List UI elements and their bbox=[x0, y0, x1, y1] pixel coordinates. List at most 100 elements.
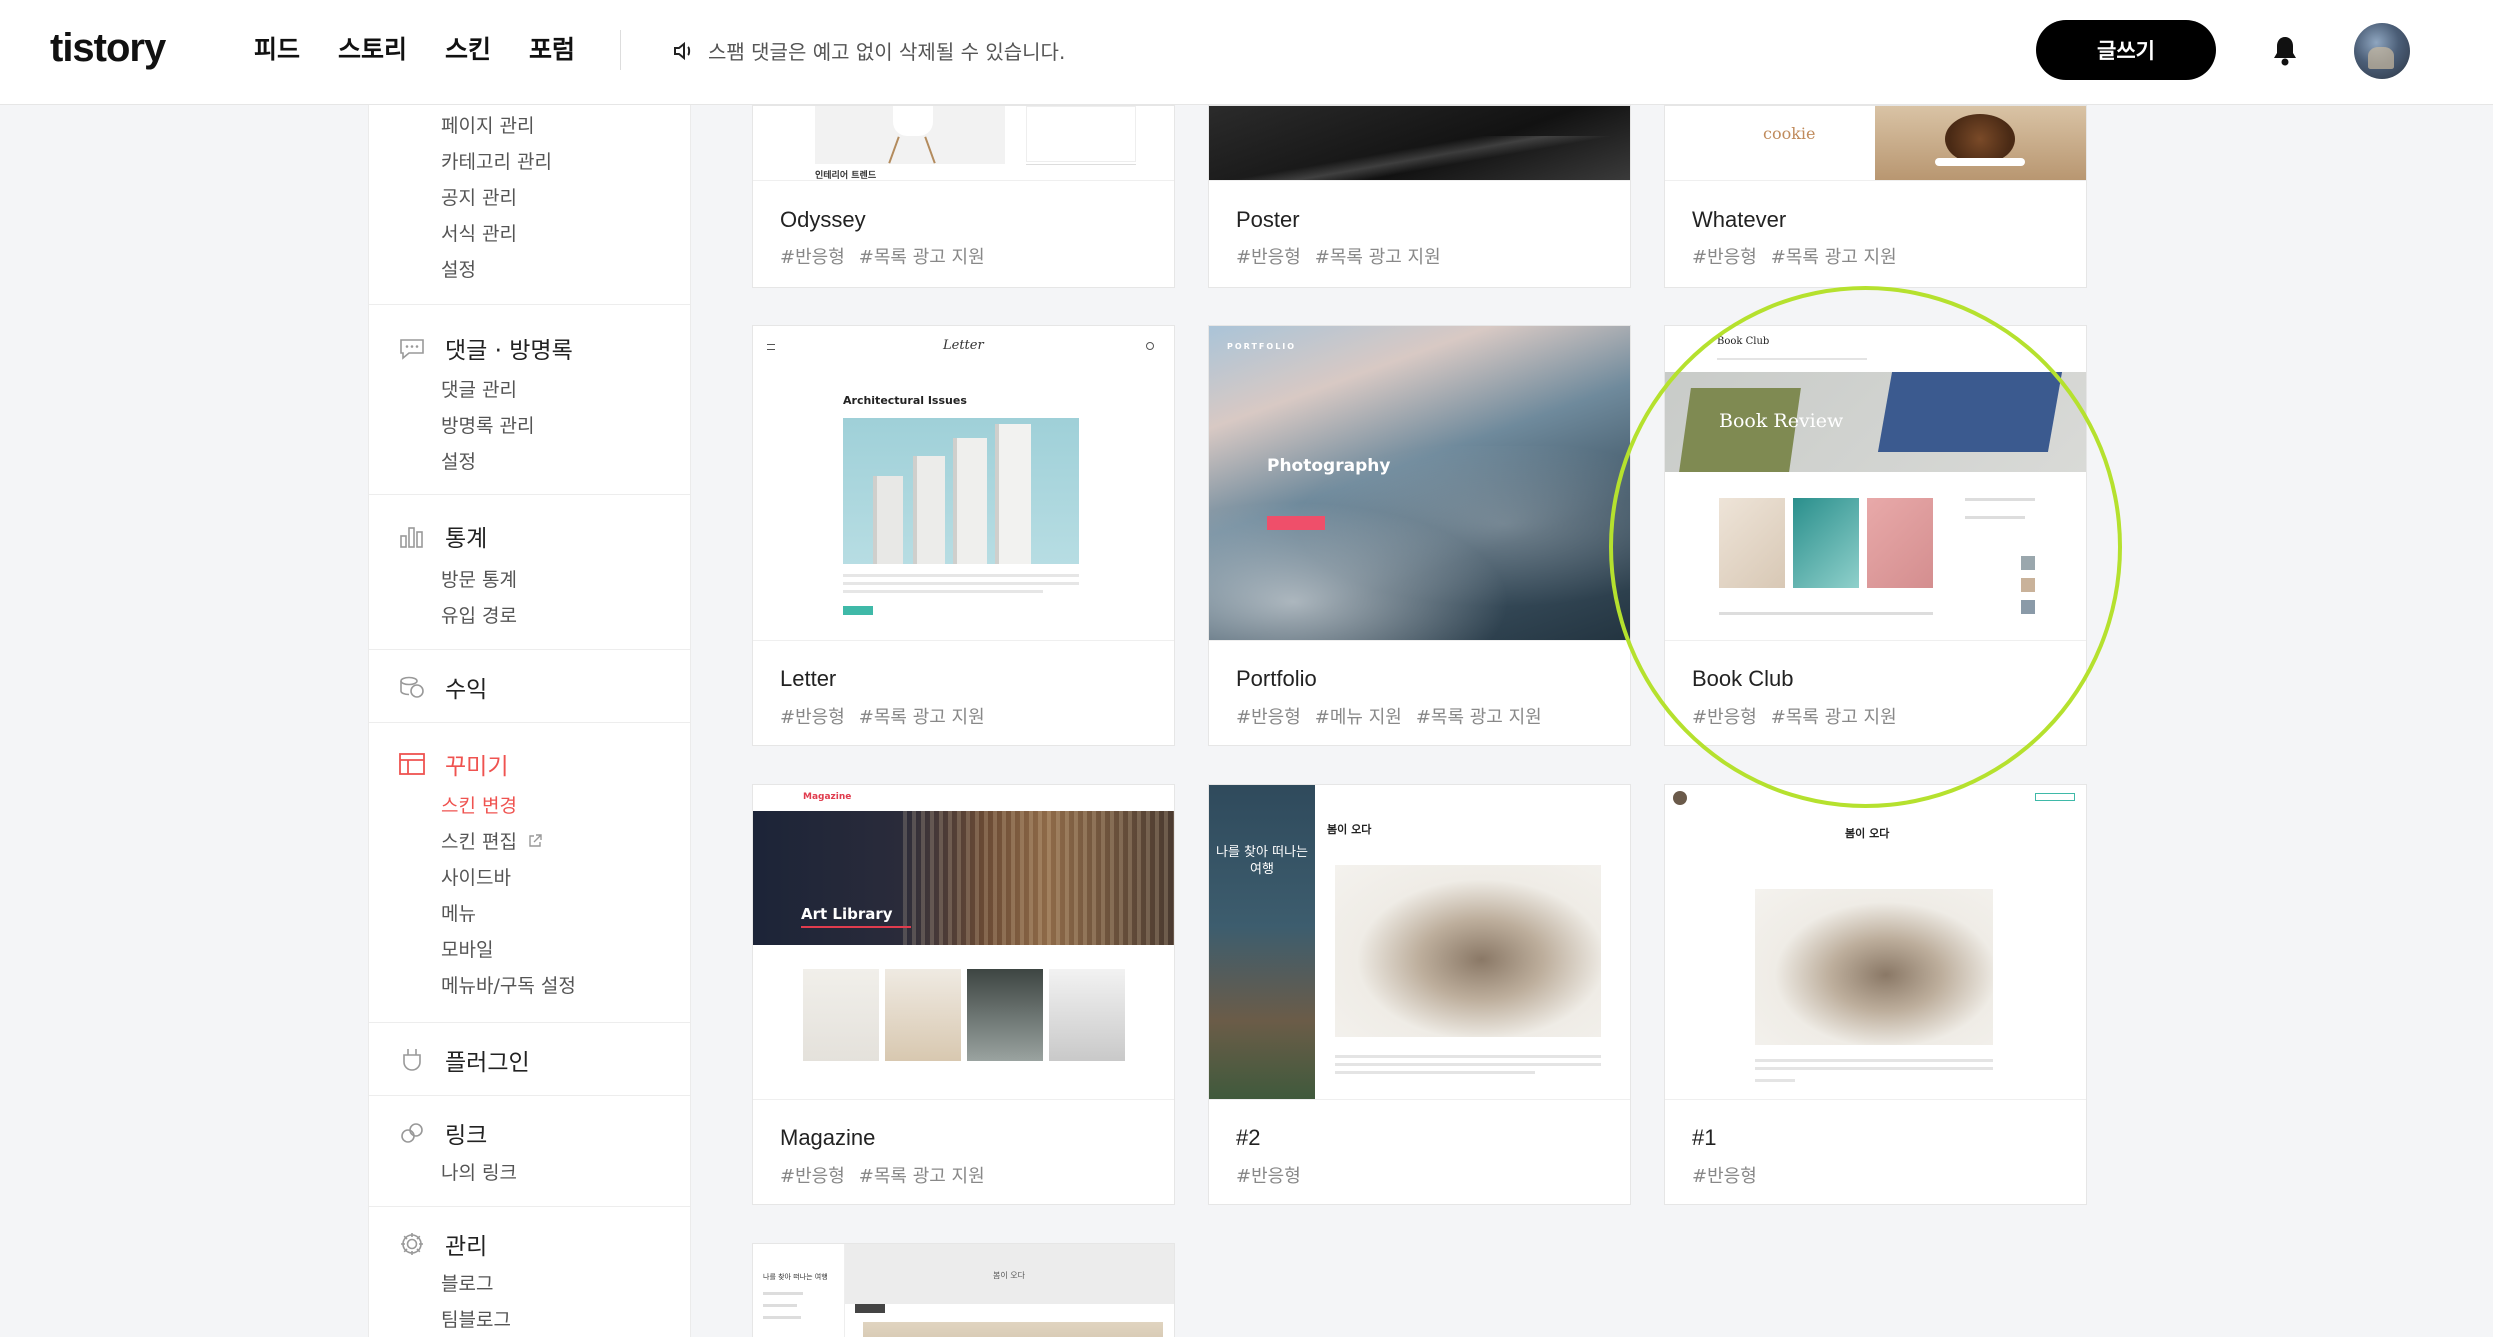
header-divider bbox=[620, 30, 621, 70]
sidebar-head-decorate[interactable]: 꾸미기 bbox=[397, 747, 508, 781]
skin-tags: #반응형 bbox=[1236, 1166, 1301, 1187]
tistory-logo[interactable]: tistory bbox=[50, 26, 166, 71]
coins-icon bbox=[397, 672, 427, 702]
bell-icon[interactable] bbox=[2270, 34, 2300, 68]
sidebar-head-manage[interactable]: 관리 bbox=[397, 1227, 487, 1261]
avatar[interactable] bbox=[2354, 23, 2410, 79]
sidebar-item-comment-settings[interactable]: 설정 bbox=[441, 447, 476, 474]
skin-card-bookclub[interactable]: Book Club Book Review Book Club #반응형 #목록 … bbox=[1664, 325, 2087, 746]
nav-skin[interactable]: 스킨 bbox=[445, 30, 491, 66]
skin-thumbnail: cookie bbox=[1665, 106, 2086, 181]
thumb-side-title: 나를 찾아 떠나는 여행 bbox=[1216, 845, 1308, 877]
skin-tags: #반응형 #목록 광고 지원 bbox=[1692, 247, 1897, 268]
sidebar-item-page[interactable]: 페이지 관리 bbox=[441, 111, 534, 138]
skin-tags: #반응형 bbox=[1692, 1166, 1757, 1187]
skin-card-letter[interactable]: Letter Architectural Issues Letter #반응형 #… bbox=[752, 325, 1175, 746]
sidebar-item-blog[interactable]: 블로그 bbox=[441, 1269, 493, 1296]
skin-card-odyssey[interactable]: 인테리어 트렌드 Odyssey #반응형 #목록 광고 지원 bbox=[752, 105, 1175, 288]
notice-bar[interactable]: 스팸 댓글은 예고 없이 삭제될 수 있습니다. bbox=[672, 36, 1065, 65]
sidebar-item-menubar[interactable]: 메뉴바/구독 설정 bbox=[441, 971, 576, 998]
skin-thumbnail: Letter Architectural Issues bbox=[753, 326, 1174, 641]
speaker-icon bbox=[674, 41, 691, 60]
sidebar-head-plugin[interactable]: 플러그인 bbox=[397, 1043, 530, 1077]
sidebar-section-revenue: 수익 bbox=[369, 650, 690, 723]
skin-card-2[interactable]: 나를 찾아 떠나는 여행 봄이 오다 #2 #반응형 bbox=[1208, 784, 1631, 1205]
sidebar-item-category[interactable]: 카테고리 관리 bbox=[441, 147, 552, 174]
sidebar-item-menu[interactable]: 메뉴 bbox=[441, 899, 476, 926]
sidebar-item-referrer[interactable]: 유입 경로 bbox=[441, 601, 517, 628]
thumb-caption: cookie bbox=[1763, 124, 1816, 143]
write-button[interactable]: 글쓰기 bbox=[2036, 20, 2216, 80]
sidebar-item-skin-edit[interactable]: 스킨 편집 bbox=[441, 827, 543, 854]
skin-thumbnail: 나를 찾아 떠나는 여행 봄이 오다 bbox=[1209, 785, 1630, 1100]
skin-tags: #반응형 #목록 광고 지원 bbox=[780, 1166, 985, 1187]
thumb-title: Book Club bbox=[1717, 336, 1770, 347]
skin-name: #2 bbox=[1236, 1125, 1261, 1150]
skin-thumbnail: Magazine Art Library bbox=[753, 785, 1174, 1100]
layout-icon bbox=[397, 749, 427, 779]
skin-tags: #반응형 #목록 광고 지원 bbox=[780, 247, 985, 268]
skin-thumbnail: PORTFOLIO Photography bbox=[1209, 326, 1630, 641]
thumb-title: Magazine bbox=[803, 792, 852, 802]
skin-card-1[interactable]: 봄이 오다 #1 #반응형 bbox=[1664, 784, 2087, 1205]
sidebar-section-stats: 통계 방문 통계 유입 경로 bbox=[369, 495, 690, 650]
skin-card-magazine[interactable]: Magazine Art Library Magazine #반응형 #목록 광고… bbox=[752, 784, 1175, 1205]
skin-card-portfolio[interactable]: PORTFOLIO Photography Portfolio #반응형 #메뉴 … bbox=[1208, 325, 1631, 746]
sidebar-item-mobile[interactable]: 모바일 bbox=[441, 935, 493, 962]
bar-chart-icon bbox=[397, 521, 427, 551]
sidebar-item-template[interactable]: 서식 관리 bbox=[441, 219, 517, 246]
skin-tags: #반응형 #메뉴 지원 #목록 광고 지원 bbox=[1236, 707, 1542, 728]
sidebar-head-comments[interactable]: 댓글 · 방명록 bbox=[397, 331, 573, 365]
skin-tags: #반응형 #목록 광고 지원 bbox=[780, 707, 985, 728]
sidebar-section-link: 링크 나의 링크 bbox=[369, 1096, 690, 1207]
sidebar-item-guestbook[interactable]: 방명록 관리 bbox=[441, 411, 534, 438]
sidebar-item-comment-manage[interactable]: 댓글 관리 bbox=[441, 375, 517, 402]
sidebar-item-team-blog[interactable]: 팀블로그 bbox=[441, 1305, 511, 1332]
skin-name: Poster bbox=[1236, 207, 1300, 232]
sidebar-item-content-settings[interactable]: 설정 bbox=[441, 255, 476, 282]
skin-thumbnail bbox=[1209, 106, 1630, 181]
nav-forum[interactable]: 포럼 bbox=[529, 30, 575, 66]
skin-card-whatever[interactable]: cookie Whatever #반응형 #목록 광고 지원 bbox=[1664, 105, 2087, 288]
sidebar-head-stats[interactable]: 통계 bbox=[397, 519, 487, 553]
plug-icon bbox=[397, 1045, 427, 1075]
thumb-caption: 봄이 오다 bbox=[1845, 827, 1890, 840]
skin-thumbnail: 인테리어 트렌드 bbox=[753, 106, 1174, 181]
sidebar: 페이지 관리 카테고리 관리 공지 관리 서식 관리 설정 댓글 · 방명록 댓… bbox=[368, 105, 691, 1337]
link-icon bbox=[397, 1118, 427, 1148]
external-link-icon bbox=[529, 834, 542, 847]
skin-tags: #반응형 #목록 광고 지원 bbox=[1692, 707, 1897, 728]
sidebar-section-comments: 댓글 · 방명록 댓글 관리 방명록 관리 설정 bbox=[369, 305, 690, 495]
sidebar-head-link[interactable]: 링크 bbox=[397, 1116, 487, 1150]
sidebar-item-notice[interactable]: 공지 관리 bbox=[441, 183, 517, 210]
sidebar-item-sidebar[interactable]: 사이드바 bbox=[441, 863, 511, 890]
thumb-caption: 봄이 오다 bbox=[993, 1271, 1025, 1280]
skin-name: Letter bbox=[780, 666, 837, 691]
nav-story[interactable]: 스토리 bbox=[338, 30, 407, 66]
skin-card-partial[interactable]: 나를 찾아 떠나는 여행 봄이 오다 bbox=[752, 1243, 1175, 1337]
sidebar-item-skin-change[interactable]: 스킨 변경 bbox=[441, 791, 517, 818]
top-header: tistory 피드 스토리 스킨 포럼 스팸 댓글은 예고 없이 삭제될 수 … bbox=[0, 0, 2493, 105]
global-nav: 피드 스토리 스킨 포럼 bbox=[254, 30, 575, 66]
skin-name: Whatever bbox=[1692, 207, 1787, 232]
skin-tags: #반응형 #목록 광고 지원 bbox=[1236, 247, 1441, 268]
skin-name: Magazine bbox=[780, 1125, 876, 1150]
sidebar-section-plugin: 플러그인 bbox=[369, 1023, 690, 1096]
thumb-caption: Architectural Issues bbox=[843, 394, 967, 407]
skin-name: #1 bbox=[1692, 1125, 1717, 1150]
skin-name: Portfolio bbox=[1236, 666, 1317, 691]
skin-thumbnail: Book Club Book Review bbox=[1665, 326, 2086, 641]
notice-text: 스팸 댓글은 예고 없이 삭제될 수 있습니다. bbox=[708, 40, 1066, 64]
sidebar-item-visit-stats[interactable]: 방문 통계 bbox=[441, 565, 517, 592]
skin-card-poster[interactable]: Poster #반응형 #목록 광고 지원 bbox=[1208, 105, 1631, 288]
nav-feed[interactable]: 피드 bbox=[254, 30, 300, 66]
thumb-label: PORTFOLIO bbox=[1227, 342, 1297, 351]
skin-name: Odyssey bbox=[780, 207, 866, 232]
skin-thumbnail: 나를 찾아 떠나는 여행 봄이 오다 bbox=[753, 1244, 1174, 1337]
sidebar-head-revenue[interactable]: 수익 bbox=[397, 670, 487, 704]
thumb-caption: 봄이 오다 bbox=[1327, 823, 1372, 836]
sidebar-section-content: 페이지 관리 카테고리 관리 공지 관리 서식 관리 설정 bbox=[369, 105, 690, 305]
thumb-caption: Book Review bbox=[1719, 410, 1844, 432]
sidebar-section-manage: 관리 블로그 팀블로그 bbox=[369, 1207, 690, 1337]
sidebar-item-my-link[interactable]: 나의 링크 bbox=[441, 1158, 517, 1185]
